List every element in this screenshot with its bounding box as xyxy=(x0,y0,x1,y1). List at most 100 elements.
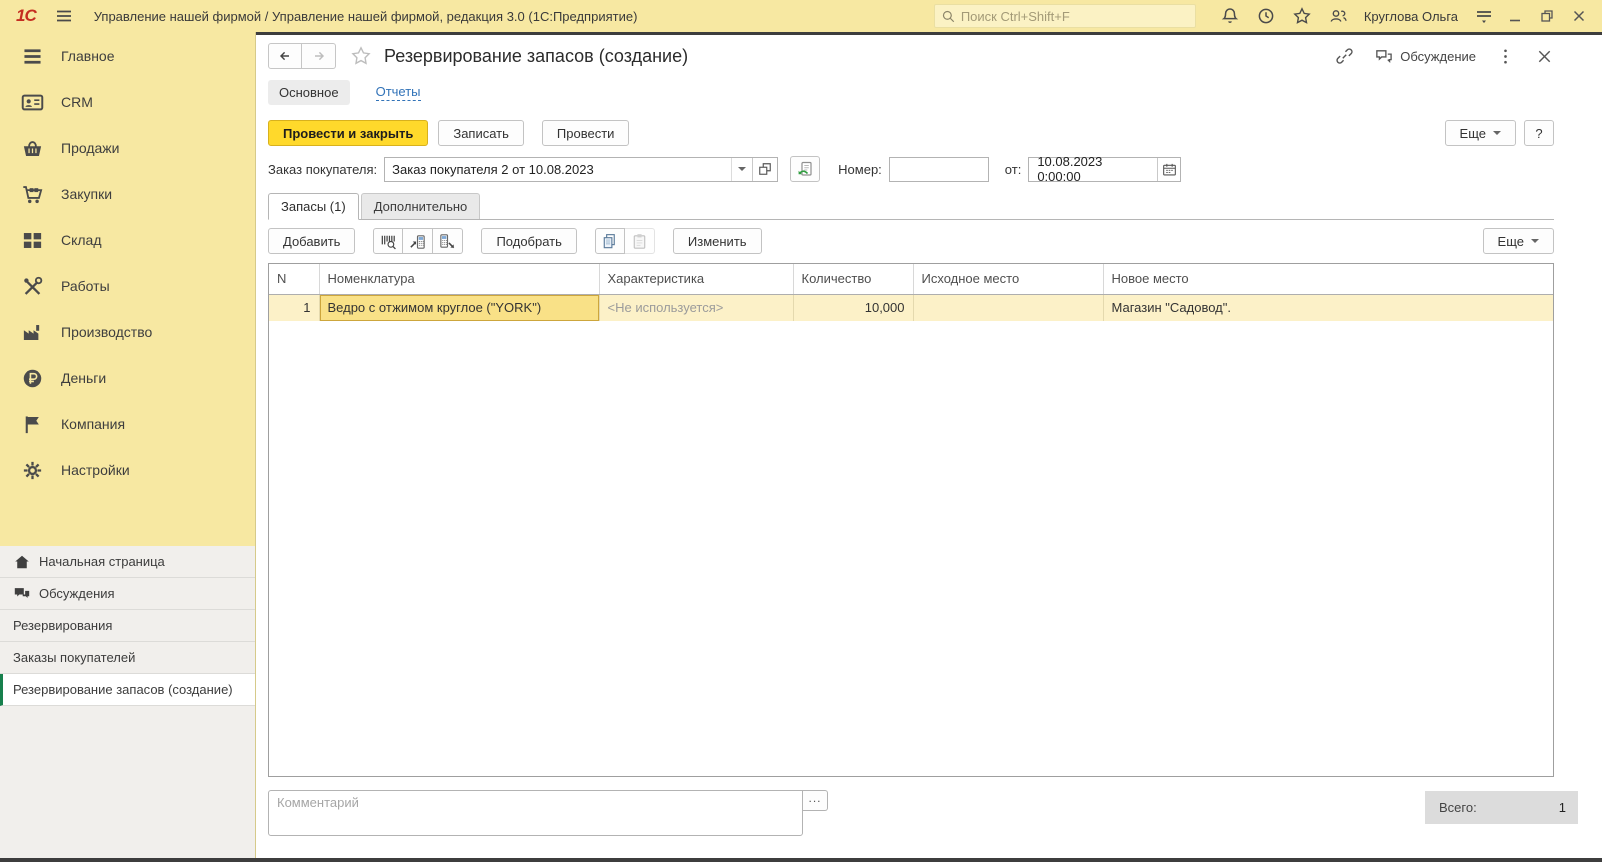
column-header-quantity[interactable]: Количество xyxy=(793,264,914,295)
pallet-grid-icon xyxy=(21,229,44,252)
page-title: Резервирование запасов (создание) xyxy=(384,45,689,66)
edit-row-button[interactable]: Изменить xyxy=(672,228,762,254)
document-date-value[interactable]: 10.08.2023 0:00:00 xyxy=(1029,154,1157,184)
tab-dopolnitelno[interactable]: Дополнительно xyxy=(360,193,481,219)
form-footer: ... Всего: 1 xyxy=(268,790,1578,840)
help-button[interactable]: ? xyxy=(1524,120,1554,146)
notifications-bell-icon[interactable] xyxy=(1220,6,1240,26)
sidebar-item-zakupki[interactable]: Закупки xyxy=(0,171,255,217)
detail-tabs: Запасы (1) Дополнительно xyxy=(268,193,1554,220)
panel-item-rezervirovaniya[interactable]: Резервирования xyxy=(0,610,255,642)
pick-items-button[interactable]: Подобрать xyxy=(481,228,577,254)
write-button[interactable]: Записать xyxy=(438,120,524,146)
close-form-icon[interactable] xyxy=(1535,47,1554,66)
column-header-new-place[interactable]: Новое место xyxy=(1103,264,1553,295)
global-search[interactable] xyxy=(933,4,1196,28)
paste-rows-icon[interactable] xyxy=(624,228,655,254)
document-date-field[interactable]: 10.08.2023 0:00:00 xyxy=(1028,154,1182,184)
barcode-scan-icon[interactable] xyxy=(373,228,404,254)
table-more-label: Еще xyxy=(1497,233,1524,249)
customer-order-value[interactable]: Заказ покупателя 2 от 10.08.2023 xyxy=(385,158,731,181)
panel-item-label: Начальная страница xyxy=(39,554,165,569)
forward-button[interactable] xyxy=(302,43,336,69)
load-to-terminal-icon[interactable] xyxy=(403,228,434,254)
window-controls xyxy=(1508,9,1586,23)
fill-from-order-button[interactable] xyxy=(790,156,821,182)
window-bottom-border xyxy=(0,858,1602,862)
customer-order-combo[interactable]: Заказ покупателя 2 от 10.08.2023 xyxy=(384,156,779,182)
form-nav-tabs: Основное Отчеты xyxy=(268,79,1554,105)
dropdown-button[interactable] xyxy=(731,157,752,181)
sidebar-item-kompaniya[interactable]: Компания xyxy=(0,401,255,447)
panel-item-home[interactable]: Начальная страница xyxy=(0,546,255,578)
sidebar-item-dengi[interactable]: Деньги xyxy=(0,355,255,401)
number-field-label: Номер: xyxy=(838,161,882,177)
add-to-favorites-star-icon[interactable] xyxy=(350,45,372,67)
tab-osnovnoe[interactable]: Основное xyxy=(268,79,350,105)
discussion-button[interactable]: Обсуждение xyxy=(1374,47,1476,66)
sidebar-item-raboty[interactable]: Работы xyxy=(0,263,255,309)
cart-icon xyxy=(21,183,44,206)
sidebar-item-crm[interactable]: CRM xyxy=(0,79,255,125)
user-sessions-icon[interactable] xyxy=(1328,6,1348,26)
document-number-input[interactable] xyxy=(888,156,989,182)
table-header-row: N Номенклатура Характеристика Количество… xyxy=(269,264,1553,295)
sidebar-item-sklad[interactable]: Склад xyxy=(0,217,255,263)
chevron-down-icon xyxy=(1493,131,1501,135)
header-fields-row: Заказ покупателя: Заказ покупателя 2 от … xyxy=(268,154,1554,184)
search-input[interactable] xyxy=(960,8,1189,24)
sidebar-item-proizvodstvo[interactable]: Производство xyxy=(0,309,255,355)
column-header-nomenclature[interactable]: Номенклатура xyxy=(319,264,600,295)
sidebar-item-label: Главное xyxy=(61,48,115,64)
back-button[interactable] xyxy=(268,43,302,69)
panel-item-discussions[interactable]: Обсуждения xyxy=(0,578,255,610)
sidebar-item-glavnoe[interactable]: Главное xyxy=(0,33,255,79)
panel-item-label: Резервирования xyxy=(13,618,113,633)
open-windows-panel: Начальная страница Обсуждения Резервиров… xyxy=(0,546,255,858)
minimize-icon[interactable] xyxy=(1508,9,1522,23)
chevron-down-icon xyxy=(1531,239,1539,243)
post-button[interactable]: Провести xyxy=(541,120,630,146)
copy-link-icon[interactable] xyxy=(1335,47,1354,66)
open-order-button[interactable] xyxy=(752,157,777,181)
more-button[interactable]: Еще xyxy=(1444,120,1516,146)
add-row-button[interactable]: Добавить xyxy=(268,228,356,254)
cell-nomenclature[interactable]: Ведро с отжимом круглое ("YORK") xyxy=(319,294,600,321)
copy-rows-icon[interactable] xyxy=(594,228,625,254)
current-user-name[interactable]: Круглова Ольга xyxy=(1364,9,1458,24)
comment-input[interactable] xyxy=(268,790,803,836)
discussion-icon xyxy=(1374,47,1393,66)
favorites-star-icon[interactable] xyxy=(1292,6,1312,26)
column-header-characteristic[interactable]: Характеристика xyxy=(599,264,794,295)
column-header-source-place[interactable]: Исходное место xyxy=(913,264,1104,295)
service-menu-icon[interactable] xyxy=(1474,6,1494,26)
cell-new-place[interactable]: Магазин "Садовод". xyxy=(1103,294,1553,321)
restore-icon[interactable] xyxy=(1540,9,1554,23)
cell-row-number[interactable]: 1 xyxy=(269,294,320,321)
panel-item-current-document[interactable]: Резервирование запасов (создание) xyxy=(0,674,255,706)
unload-from-terminal-icon[interactable] xyxy=(433,228,464,254)
history-icon[interactable] xyxy=(1256,6,1276,26)
sidebar-item-prodazhi[interactable]: Продажи xyxy=(0,125,255,171)
table-more-button[interactable]: Еще xyxy=(1482,228,1554,254)
tab-otchety[interactable]: Отчеты xyxy=(375,84,421,101)
comment-expand-button[interactable]: ... xyxy=(803,790,828,811)
table-row[interactable]: 1 Ведро с отжимом круглое ("YORK") <Не и… xyxy=(269,294,1553,321)
cell-characteristic[interactable]: <Не используется> xyxy=(599,294,794,321)
tab-zapasy[interactable]: Запасы (1) xyxy=(268,193,359,220)
titlebar: 1С Управление нашей фирмой / Управление … xyxy=(0,0,1602,32)
close-window-icon[interactable] xyxy=(1572,9,1586,23)
main-menu-icon[interactable] xyxy=(54,6,74,26)
panel-item-zakazy-pokupateley[interactable]: Заказы покупателей xyxy=(0,642,255,674)
post-and-close-button[interactable]: Провести и закрыть xyxy=(268,120,429,146)
cell-quantity[interactable]: 10,000 xyxy=(793,294,914,321)
menu-lines-icon xyxy=(21,45,44,68)
form-header: Резервирование запасов (создание) Обсужд… xyxy=(268,42,1554,70)
cell-source-place[interactable] xyxy=(913,294,1104,321)
form-header-actions: Обсуждение xyxy=(1335,47,1554,66)
sidebar-item-nastroyki[interactable]: Настройки xyxy=(0,447,255,493)
more-menu-dots-icon[interactable] xyxy=(1496,47,1515,66)
column-header-n[interactable]: N xyxy=(269,264,320,295)
ruble-coin-icon xyxy=(21,367,44,390)
calendar-icon[interactable] xyxy=(1157,157,1180,181)
